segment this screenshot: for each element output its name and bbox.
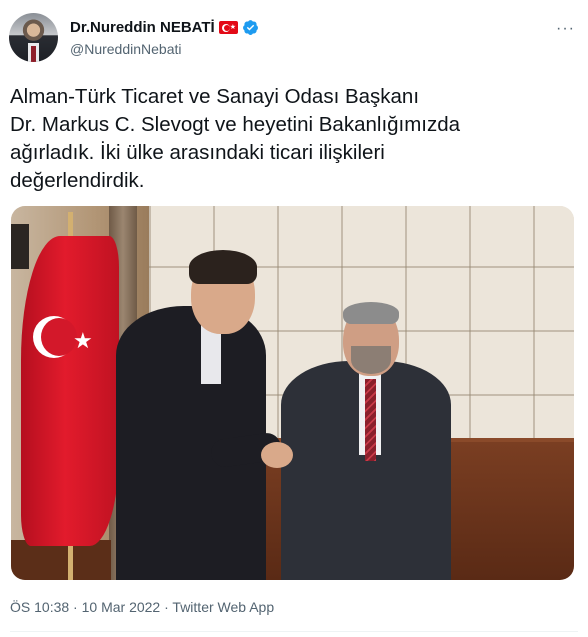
tweet-meta: ÖS 10:38 · 10 Mar 2022 · Twitter Web App [10, 599, 274, 615]
tweet-time[interactable]: ÖS 10:38 [10, 599, 69, 615]
author-avatar[interactable] [9, 13, 58, 62]
photo-person-right-beard [351, 346, 391, 374]
tweet-text-line: ağırladık. İki ülke arasındaki ticari il… [10, 141, 385, 164]
avatar-tie [31, 46, 36, 62]
meta-separator: · [69, 599, 82, 615]
more-options-icon[interactable]: ··· [556, 20, 575, 38]
photo-handshake [261, 442, 293, 468]
verified-badge-icon [242, 20, 258, 35]
photo-desk [11, 540, 111, 580]
tweet-date[interactable]: 10 Mar 2022 [82, 599, 161, 615]
bottom-divider [10, 631, 578, 632]
tweet-text-line: Alman-Türk Ticaret ve Sanayi Odası Başka… [10, 85, 420, 108]
meta-separator: · [160, 599, 173, 615]
author-display-name[interactable]: Dr.Nureddin NEBATİ [70, 19, 215, 36]
photo-flag-star: ★ [73, 328, 93, 353]
tweet-text: Alman-Türk Ticaret ve Sanayi Odası Başka… [10, 83, 578, 195]
author-name-row[interactable]: Dr.Nureddin NEBATİ ★ [70, 19, 259, 36]
photo-turkish-flag [21, 236, 119, 546]
tweet-text-line: Dr. Markus C. Slevogt ve heyetini Bakanl… [10, 113, 461, 136]
turkey-flag-icon: ★ [218, 21, 238, 34]
photo-wall-frame [11, 224, 29, 269]
tweet-source-app[interactable]: Twitter Web App [172, 599, 274, 615]
photo-flag-crescent-cut [41, 318, 77, 356]
tweet-photo[interactable]: ★ [11, 206, 574, 580]
photo-person-right-hair [343, 302, 399, 324]
photo-person-right-tie [365, 379, 376, 461]
tweet-text-line: değerlendirdik. [10, 169, 145, 192]
author-handle[interactable]: @NureddinNebati [70, 41, 182, 57]
photo-person-left-hair [189, 250, 257, 284]
